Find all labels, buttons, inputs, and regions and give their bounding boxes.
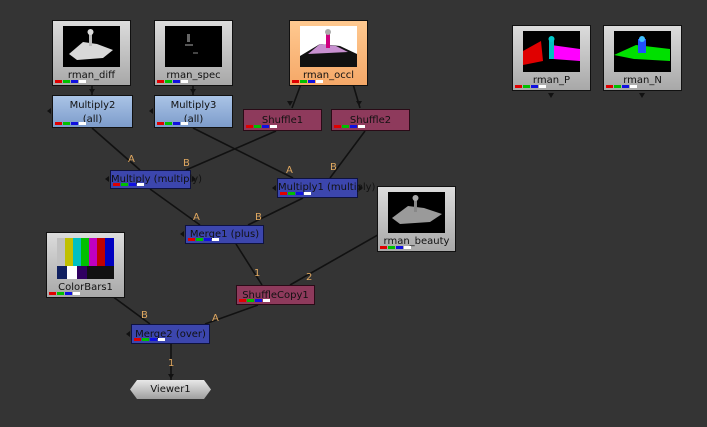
channel-chips — [55, 122, 87, 125]
input-label-1: 1 — [254, 268, 261, 279]
rman-beauty-thumbnail — [388, 192, 445, 233]
output-arrow — [548, 93, 554, 98]
channel-chips — [606, 85, 638, 88]
rman-p-thumbnail — [523, 31, 580, 72]
input-arrow — [356, 101, 362, 106]
input-label-a: A — [212, 313, 219, 324]
mask-input-arrow — [105, 176, 109, 182]
output-arrow — [639, 93, 645, 98]
input-label-b: B — [183, 158, 190, 169]
channel-chips — [280, 192, 312, 195]
rman-spec-node[interactable]: rman_spec — [154, 20, 233, 86]
rman-beauty-node[interactable]: rman_beauty — [377, 186, 456, 252]
rman-n-node[interactable]: rman_N — [603, 25, 682, 91]
mask-input-arrow — [126, 331, 130, 337]
input-label-2: 2 — [306, 272, 313, 283]
input-label-1: 1 — [168, 358, 175, 369]
input-label-b: B — [330, 162, 337, 173]
shuffle2-node[interactable]: Shuffle2 — [331, 109, 410, 131]
rman-diff-node[interactable]: rman_diff — [52, 20, 131, 86]
channel-chips — [515, 85, 547, 88]
multiply-node[interactable]: Multiply (multiply) — [110, 170, 202, 189]
mask-input-arrow — [272, 185, 276, 191]
merge2-node[interactable]: Merge2 (over) — [131, 324, 210, 344]
input-label-b: B — [255, 212, 262, 223]
colorbars1-node[interactable]: ColorBars1 — [46, 232, 125, 298]
input-label-b: B — [141, 310, 148, 321]
channel-chips — [157, 122, 189, 125]
shuffle1-node[interactable]: Shuffle1 — [243, 109, 322, 131]
channel-chips — [134, 338, 166, 341]
input-label-a: A — [286, 165, 293, 176]
input-label-a: A — [193, 212, 200, 223]
colorbars-thumbnail — [57, 238, 114, 279]
channel-chips — [246, 125, 278, 128]
multiply1-node[interactable]: Multiply1 (multiply) — [277, 178, 375, 198]
rman-diff-thumbnail — [63, 26, 120, 67]
channel-chips — [49, 292, 81, 295]
mask-input-arrow — [180, 231, 184, 237]
input-arrow — [168, 374, 174, 379]
merge1-node[interactable]: Merge1 (plus) — [185, 225, 264, 244]
input-arrow — [190, 89, 196, 94]
multiply2-node[interactable]: Multiply2 (all) — [52, 95, 133, 128]
channel-chips — [113, 183, 145, 186]
output-arrow — [359, 185, 363, 191]
input-arrow — [89, 89, 95, 94]
input-arrow — [287, 101, 293, 106]
mask-input-arrow — [149, 108, 153, 114]
channel-chips — [334, 125, 366, 128]
mask-input-arrow — [47, 108, 51, 114]
multiply2-label: Multiply2 — [69, 100, 116, 111]
channel-chips — [157, 80, 189, 83]
channel-chips — [239, 299, 271, 302]
output-arrow — [192, 176, 196, 182]
viewer1-node[interactable]: Viewer1 — [130, 380, 211, 399]
shufflecopy1-node[interactable]: ShuffleCopy1 — [236, 285, 315, 305]
channel-chips — [380, 246, 412, 249]
channel-chips — [188, 238, 220, 241]
rman-spec-thumbnail — [165, 26, 222, 67]
rman-p-node[interactable]: rman_P — [512, 25, 591, 91]
multiply3-label: Multiply3 — [170, 100, 217, 111]
multiply3-node[interactable]: Multiply3 (all) — [154, 95, 233, 128]
rman-n-thumbnail — [614, 31, 671, 72]
input-label-a: A — [128, 154, 135, 165]
rman-occl-node[interactable]: rman_occl — [289, 20, 368, 86]
channel-chips — [55, 80, 87, 83]
rman-occl-thumbnail — [300, 26, 357, 67]
channel-chips — [292, 80, 324, 83]
